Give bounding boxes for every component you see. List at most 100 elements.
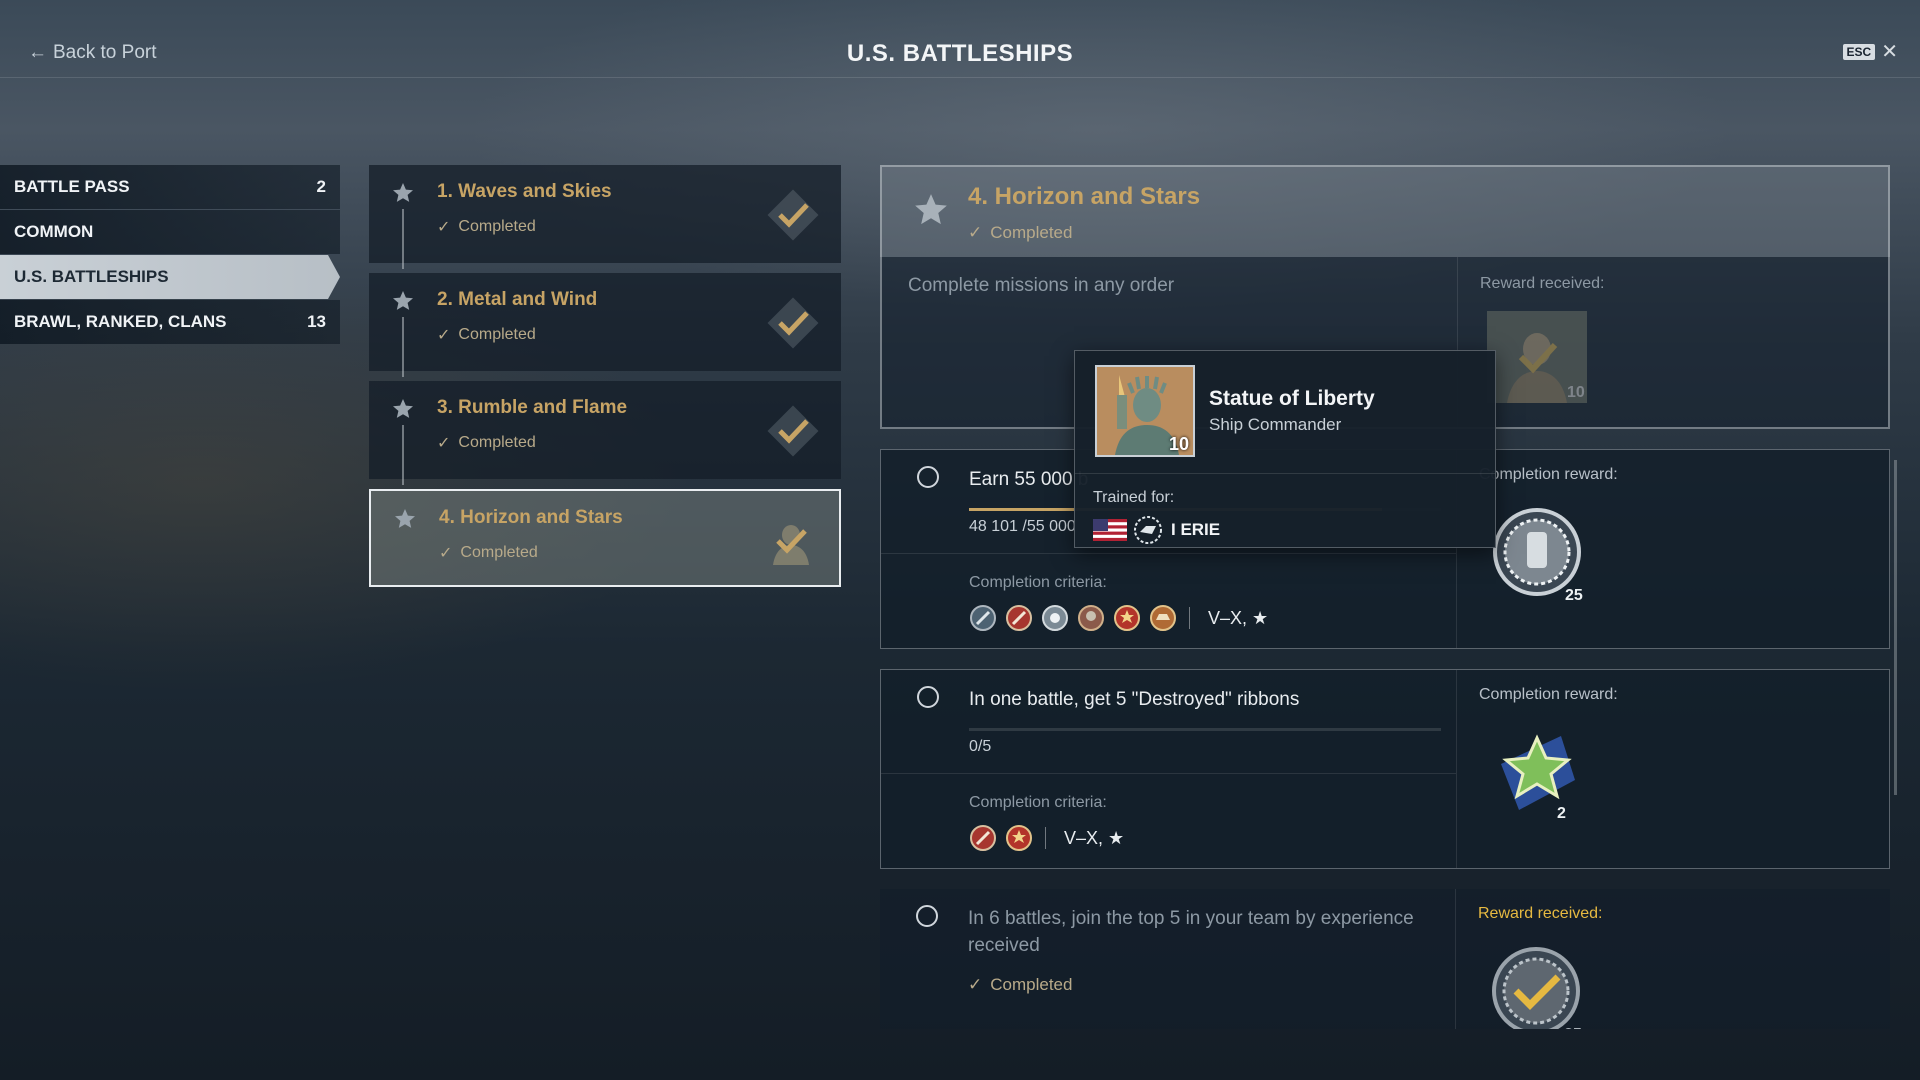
star-icon — [395, 509, 415, 528]
mission-progress-bar — [969, 728, 1441, 731]
sidebar-item-us-battleships[interactable]: U.S. BATTLESHIPS — [0, 255, 340, 299]
chapter-detail-title: 4. Horizon and Stars — [968, 183, 1201, 210]
gear-container-reward-icon[interactable]: 25 — [1493, 508, 1593, 608]
mission-radio[interactable] — [917, 686, 939, 708]
commander-portrait: 10 — [1095, 365, 1195, 457]
mission-order-text: Complete missions in any order — [908, 275, 1175, 296]
check-icon: ✓ — [968, 223, 983, 242]
mission-radio[interactable] — [917, 466, 939, 488]
esc-key-hint: ESC — [1842, 44, 1876, 60]
tier-range: V–X, ★ — [1208, 607, 1269, 628]
mission-progress-text: 0/5 — [969, 738, 992, 755]
sidebar-item-label: COMMON — [14, 222, 94, 241]
chapter-status: ✓ Completed — [437, 433, 536, 453]
torpedo-ribbon-icon — [970, 825, 996, 851]
tier-range: V–X, ★ — [1064, 827, 1125, 848]
completed-check-icon — [767, 405, 819, 457]
chapter-status: ✓ Completed — [439, 543, 538, 563]
check-icon: ✓ — [437, 327, 451, 344]
check-icon: ✓ — [437, 435, 451, 452]
star-flag-reward-icon[interactable]: 2 — [1493, 728, 1593, 828]
commander-portrait-reward-icon[interactable]: 10 — [1487, 311, 1587, 403]
sidebar-item-brawl-ranked-clans[interactable]: BRAWL, RANKED, CLANS 13 — [0, 300, 340, 344]
divider — [881, 553, 1456, 554]
completion-criteria-icons: V–X, ★ — [969, 824, 1124, 852]
battleship-class-icon — [1134, 516, 1162, 544]
star-icon — [393, 291, 413, 310]
commander-name: Statue of Liberty — [1209, 387, 1375, 410]
chapter-card[interactable]: 2. Metal and Wind ✓ Completed — [369, 273, 841, 377]
chapter-detail-panel: 4. Horizon and Stars ✓ Completed Complete… — [880, 165, 1890, 1029]
divider — [1189, 607, 1190, 629]
completion-reward-label: Completion reward: — [1479, 686, 1618, 703]
divider — [1075, 473, 1495, 474]
chapter-title: 2. Metal and Wind — [437, 289, 598, 310]
sidebar-item-label: U.S. BATTLESHIPS — [14, 267, 169, 286]
us-flag-icon — [1093, 519, 1127, 541]
completion-criteria-label: Completion criteria: — [969, 574, 1107, 591]
mission-progress-text: 48 101 /55 000 — [969, 518, 1076, 535]
sidebar-item-count: 2 — [316, 177, 326, 196]
fire-ribbon-icon — [1114, 605, 1140, 631]
sidebar-item-count: 13 — [307, 312, 326, 331]
mission-status: ✓ Completed — [968, 975, 1072, 995]
reward-received-label: Reward received: — [1480, 275, 1605, 292]
chapter-title: 1. Waves and Skies — [437, 181, 612, 202]
chapter-card-selected[interactable]: 4. Horizon and Stars ✓ Completed — [369, 489, 841, 587]
commander-role: Ship Commander — [1209, 415, 1342, 434]
check-icon: ✓ — [439, 545, 453, 562]
trained-ship: I ERIE — [1093, 515, 1220, 545]
scrollbar[interactable] — [1894, 460, 1897, 795]
mission-status-text: Completed — [990, 975, 1073, 994]
sidebar-item-label: BRAWL, RANKED, CLANS — [14, 312, 227, 331]
check-icon: ✓ — [968, 975, 983, 994]
chapter-status: ✓ Completed — [437, 325, 536, 345]
chapter-connector — [402, 317, 404, 377]
chapter-detail-header: 4. Horizon and Stars ✓ Completed — [880, 165, 1890, 257]
chapter-detail-status: ✓ Completed — [968, 223, 1072, 243]
completion-reward-label: Completion reward: — [1479, 466, 1618, 483]
star-icon — [393, 183, 413, 202]
mission-card[interactable]: In 6 battles, join the top 5 in your tea… — [880, 889, 1890, 1029]
chapter-title: 4. Horizon and Stars — [439, 507, 623, 528]
star-icon — [915, 194, 947, 225]
mission-title: In one battle, get 5 "Destroyed" ribbons — [969, 689, 1300, 710]
category-sidebar: BATTLE PASS 2 COMMON U.S. BATTLESHIPS BR… — [0, 165, 340, 345]
chapter-detail-status-text: Completed — [990, 223, 1073, 242]
close-button[interactable]: ESC ✕ — [1842, 42, 1898, 62]
star-icon — [393, 399, 413, 418]
sidebar-item-battle-pass[interactable]: BATTLE PASS 2 — [0, 165, 340, 209]
completion-criteria-icons: V–X, ★ — [969, 604, 1268, 632]
sidebar-item-common[interactable]: COMMON — [0, 210, 340, 254]
chapter-status: ✓ Completed — [437, 217, 536, 237]
chapter-connector — [402, 425, 404, 485]
top-bar: ← Back to Port U.S. BATTLESHIPS ESC ✕ — [0, 0, 1920, 78]
page-title: U.S. BATTLESHIPS — [846, 40, 1074, 67]
chapter-connector — [402, 209, 404, 269]
chapter-status-text: Completed — [458, 434, 536, 451]
citadel-ribbon-icon — [1042, 605, 1068, 631]
destroyed-ribbon-icon — [970, 605, 996, 631]
mission-card[interactable]: In one battle, get 5 "Destroyed" ribbons… — [880, 669, 1890, 869]
flooding-ribbon-icon — [1150, 605, 1176, 631]
chapter-status-text: Completed — [458, 218, 536, 235]
mission-title: In 6 battles, join the top 5 in your tea… — [968, 908, 1414, 956]
divider — [1045, 827, 1046, 849]
check-icon: ✓ — [437, 219, 451, 236]
ship-name: I ERIE — [1171, 520, 1221, 539]
completion-criteria-label: Completion criteria: — [969, 794, 1107, 811]
svg-text:25: 25 — [1565, 587, 1583, 604]
svg-text:10: 10 — [1567, 384, 1585, 401]
chapter-card[interactable]: 3. Rumble and Flame ✓ Completed — [369, 381, 841, 485]
secondary-ribbon-icon — [1078, 605, 1104, 631]
chapter-card[interactable]: 1. Waves and Skies ✓ Completed — [369, 165, 841, 269]
fire-ribbon-icon — [1006, 825, 1032, 851]
mission-radio[interactable] — [916, 905, 938, 927]
chapter-status-text: Completed — [458, 326, 536, 343]
divider — [1456, 670, 1457, 868]
chapter-title: 3. Rumble and Flame — [437, 397, 628, 418]
gear-container-reward-icon[interactable]: 25 — [1492, 947, 1592, 1029]
chapter-status-text: Completed — [460, 544, 538, 561]
commander-tooltip: 10 Statue of Liberty Ship Commander Trai… — [1074, 350, 1496, 548]
svg-text:2: 2 — [1557, 805, 1566, 822]
